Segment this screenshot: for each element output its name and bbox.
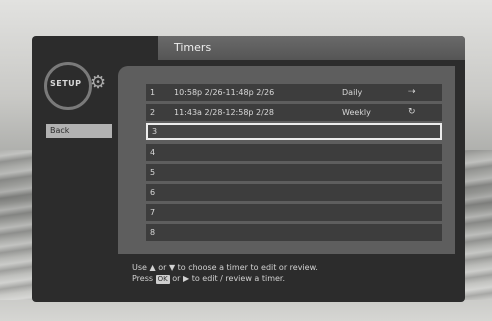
help-line-2-post: to edit / review a timer. <box>189 274 286 283</box>
repeat-icon: ⇢ <box>408 87 416 97</box>
help-line-2-pre: Press <box>132 274 156 283</box>
timer-number: 3 <box>152 127 158 136</box>
timer-row-6[interactable]: 6 <box>146 184 442 201</box>
timer-frequency: Weekly <box>342 108 371 117</box>
timer-number: 6 <box>150 188 156 197</box>
timer-list: 1 10:58p 2/26-11:48p 2/26 Daily ⇢ 2 11:4… <box>118 66 455 254</box>
timer-row-2[interactable]: 2 11:43a 2/28-12:58p 2/28 Weekly ↻ <box>146 104 442 121</box>
header-bar: Timers <box>158 36 465 60</box>
timer-row-8[interactable]: 8 <box>146 224 442 241</box>
timer-time: 10:58p 2/26-11:48p 2/26 <box>174 88 275 97</box>
setup-panel: Timers SETUP ⚙ Back 1 10:58p 2/26-11:48p… <box>32 36 465 302</box>
timer-row-1[interactable]: 1 10:58p 2/26-11:48p 2/26 Daily ⇢ <box>146 84 442 101</box>
help-text: Use ▲ or ▼ to choose a timer to edit or … <box>132 262 318 284</box>
timer-row-4[interactable]: 4 <box>146 144 442 161</box>
setup-logo-text: SETUP <box>50 79 82 88</box>
back-button[interactable]: Back <box>46 124 112 138</box>
page-title: Timers <box>174 41 212 54</box>
ok-key-icon: OK <box>155 275 170 284</box>
help-line-1-mid: or <box>155 263 169 272</box>
help-line-1-post: to choose a timer to edit or review. <box>175 263 318 272</box>
timer-number: 1 <box>150 88 156 97</box>
setup-logo: SETUP ⚙ <box>44 62 118 116</box>
timer-number: 8 <box>150 228 156 237</box>
help-line-1: Use ▲ or ▼ to choose a timer to edit or … <box>132 262 318 273</box>
timer-time: 11:43a 2/28-12:58p 2/28 <box>174 108 274 117</box>
cycle-icon: ↻ <box>408 107 416 117</box>
timer-number: 5 <box>150 168 156 177</box>
timer-row-7[interactable]: 7 <box>146 204 442 221</box>
timer-frequency: Daily <box>342 88 363 97</box>
timer-row-5[interactable]: 5 <box>146 164 442 181</box>
timer-number: 7 <box>150 208 156 217</box>
timer-number: 2 <box>150 108 156 117</box>
help-line-2-mid: or <box>169 274 183 283</box>
gear-icon: ⚙ <box>90 72 107 93</box>
timer-number: 4 <box>150 148 156 157</box>
help-line-2: Press OK or ▶ to edit / review a timer. <box>132 273 318 284</box>
timer-row-3[interactable]: 3 <box>146 123 442 140</box>
help-line-1-pre: Use <box>132 263 150 272</box>
